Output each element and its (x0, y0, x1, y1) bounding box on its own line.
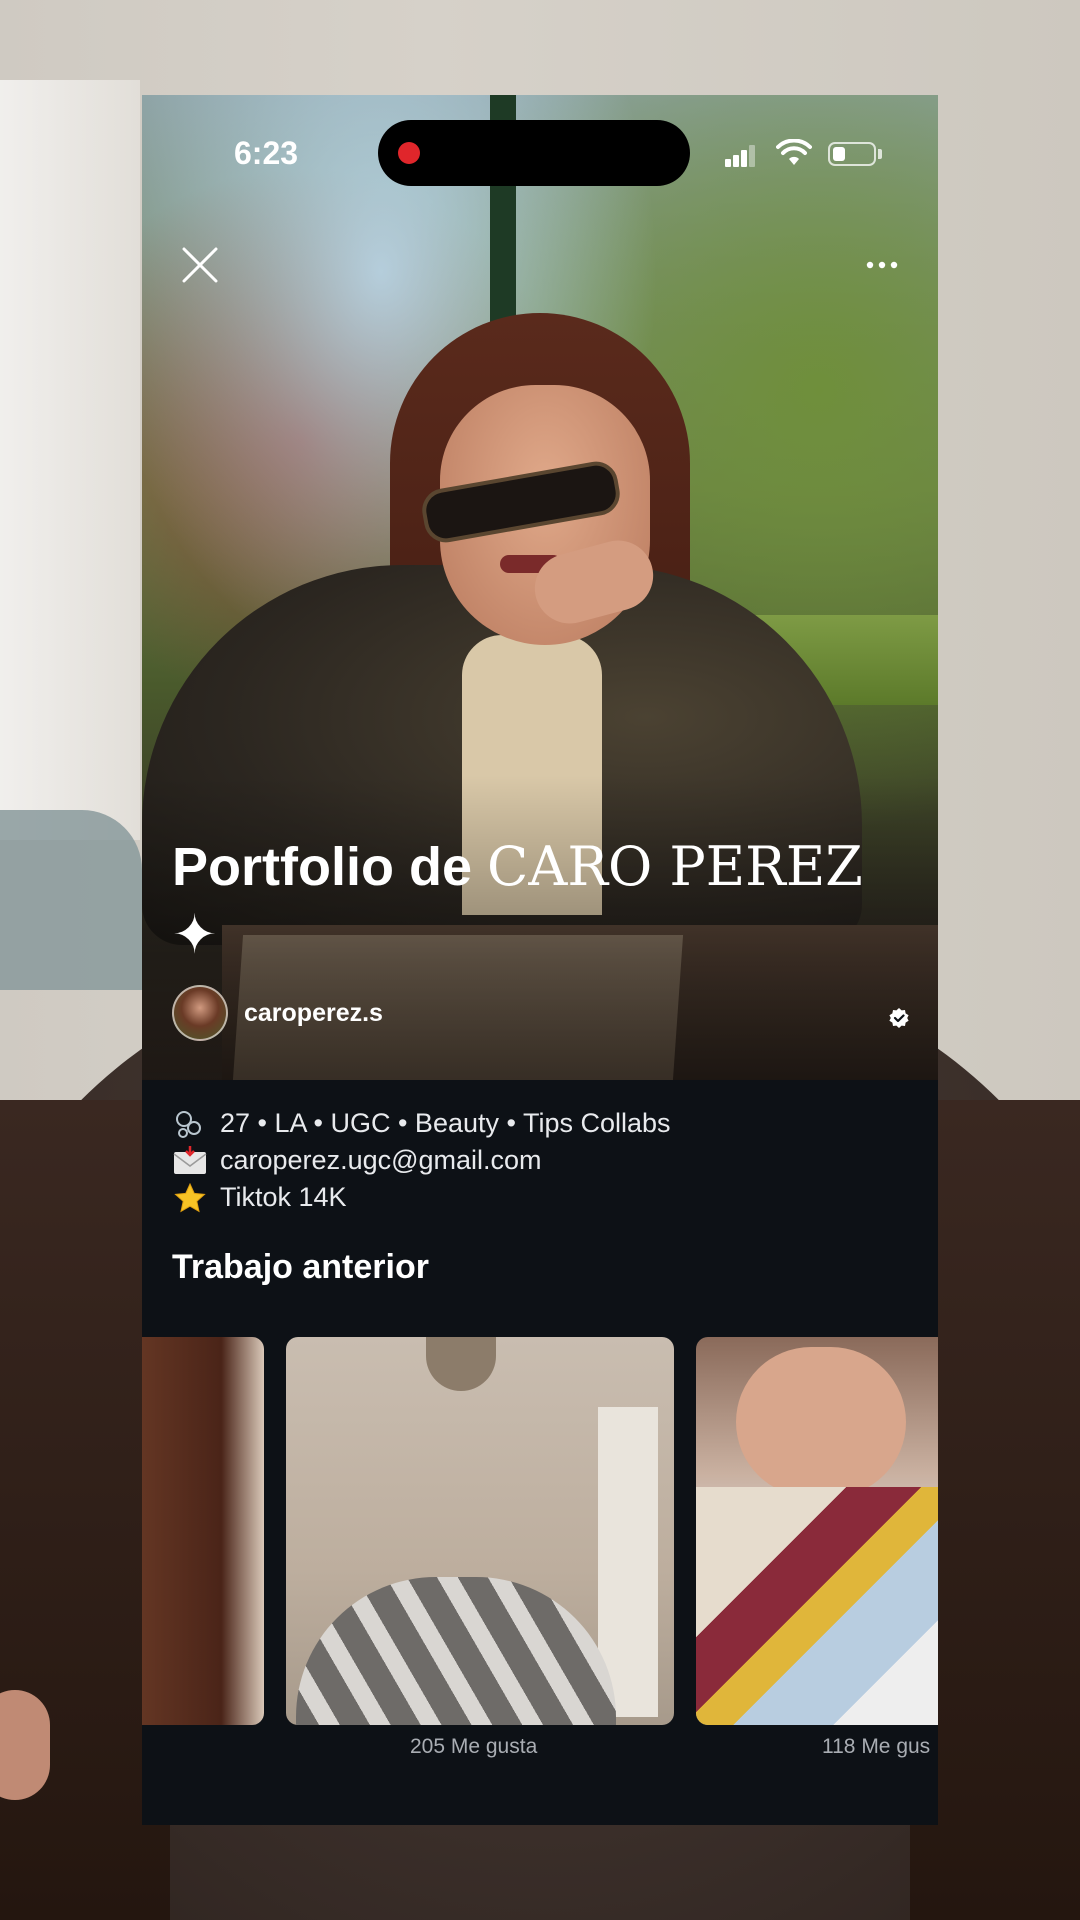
bio-tiktok-text: Tiktok 14K (220, 1182, 347, 1212)
product-box (696, 1487, 938, 1725)
work-card-3-likes: 118 Me gus (822, 1735, 931, 1758)
battery-tip (878, 149, 882, 159)
sparkle-icon: ✦ (172, 905, 218, 965)
battery-icon (828, 142, 876, 166)
previous-work-heading: Trabajo anterior (172, 1248, 429, 1286)
close-button[interactable] (170, 235, 230, 295)
verified-badge-icon (889, 1008, 909, 1028)
status-time: 6:23 (234, 135, 299, 171)
work-card-3[interactable] (696, 1337, 938, 1725)
bubbles-emoji-icon (172, 1109, 208, 1139)
avatar[interactable] (172, 985, 228, 1041)
more-horizontal-icon (866, 261, 898, 269)
star-emoji-icon (172, 1182, 208, 1213)
author-row[interactable]: caroperez.s (172, 985, 383, 1041)
username[interactable]: caroperez.s (244, 999, 383, 1028)
bio-line-tiktok: Tiktok 14K (172, 1179, 912, 1216)
recording-dot-icon (398, 142, 420, 164)
striped-sweater (296, 1577, 616, 1725)
bio-details-text: 27 • LA • UGC • Beauty • Tips Collabs (220, 1108, 671, 1138)
work-card-2-likes: 205 Me gusta (410, 1735, 538, 1758)
battery-level (833, 147, 845, 161)
bio-email-text[interactable]: caroperez.ugc@gmail.com (220, 1142, 542, 1179)
status-bar: 6:23 (142, 95, 938, 225)
background-window (0, 80, 140, 840)
portfolio-title: Portfolio de CARO PEREZ ✦ (172, 833, 912, 969)
cellular-signal-icon (725, 145, 755, 167)
more-options-button[interactable] (852, 243, 912, 287)
background-chair (0, 810, 142, 990)
dynamic-island (378, 120, 690, 186)
background-hand (0, 1690, 50, 1800)
bio-line-details: 27 • LA • UGC • Beauty • Tips Collabs (172, 1105, 912, 1142)
title-prefix: Portfolio de (172, 837, 472, 897)
card-face (736, 1347, 906, 1497)
phone-screen: 6:23 Portfolio de CARO PEREZ ✦ caroperez… (142, 95, 938, 1825)
work-card-1[interactable] (142, 1337, 264, 1725)
title-name: CARO PEREZ (487, 835, 863, 898)
close-icon (182, 247, 218, 283)
wifi-icon (776, 139, 812, 165)
bio: 27 • LA • UGC • Beauty • Tips Collabs ca… (172, 1105, 912, 1216)
ceiling-lamp (426, 1337, 496, 1391)
envelope-emoji-icon (172, 1145, 208, 1176)
bio-line-email: caroperez.ugc@gmail.com (172, 1142, 912, 1179)
work-card-2[interactable] (286, 1337, 674, 1725)
